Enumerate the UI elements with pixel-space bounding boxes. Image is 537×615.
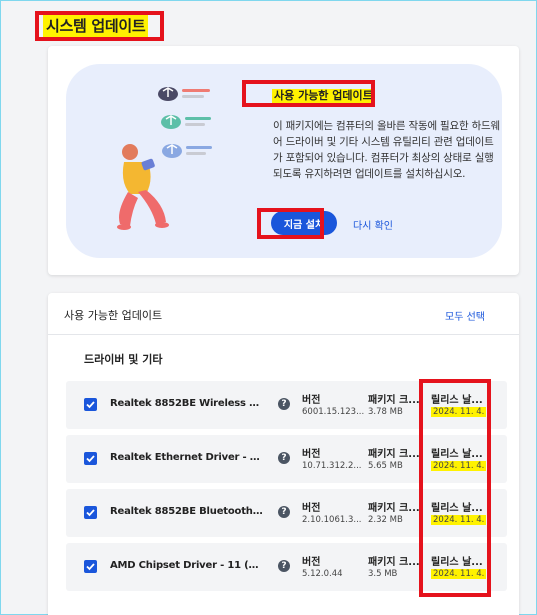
update-checkbox[interactable] [84,560,97,573]
select-all-link[interactable]: 모두 선택 [445,308,485,323]
update-checkbox[interactable] [84,452,97,465]
version-value: 10.71.312.2... [302,461,362,471]
version-label: 버전 [302,395,321,406]
update-name: Realtek Ethernet Driver - 11 (21H2) [110,452,265,463]
page-title: 시스템 업데이트 [43,15,149,37]
update-row: AMD Chipset Driver - 11 (21H2) ? 버전 5.12… [66,543,507,591]
available-updates-card: 사용 가능한 업데이트 모두 선택 드라이버 및 기타 Realtek 8852… [48,293,519,615]
check-icon [86,509,95,517]
updates-title: 사용 가능한 업데이트 [64,309,163,322]
version-value: 6001.15.123... [302,407,365,417]
check-icon [86,455,95,463]
update-checkbox[interactable] [84,506,97,519]
version-label: 버전 [302,557,321,568]
release-label: 릴리스 날... [431,449,483,460]
hero-heading: 사용 가능한 업데이트 [272,89,375,103]
group-title: 드라이버 및 기타 [84,353,163,366]
update-row: Realtek Ethernet Driver - 11 (21H2) ? 버전… [66,435,507,483]
version-value: 5.12.0.44 [302,569,343,579]
help-icon[interactable]: ? [278,560,290,572]
hero-banner: 사용 가능한 업데이트 이 패키지에는 컴퓨터의 올바른 작동에 필요한 하드웨… [66,64,502,258]
size-label: 패키지 크... [368,557,420,568]
release-label: 릴리스 날... [431,395,483,406]
update-name: Realtek 8852BE Bluetooth Driver [110,506,265,517]
help-icon[interactable]: ? [278,506,290,518]
size-value: 5.65 MB [368,461,403,471]
update-checkbox[interactable] [84,398,97,411]
check-icon [86,563,95,571]
help-icon[interactable]: ? [278,398,290,410]
size-label: 패키지 크... [368,449,420,460]
release-date: 2024. 11. 4. [431,569,487,579]
install-now-button[interactable]: 지금 설치 [271,211,337,235]
hero-card: 사용 가능한 업데이트 이 패키지에는 컴퓨터의 올바른 작동에 필요한 하드웨… [48,46,519,275]
size-value: 3.5 MB [368,569,398,579]
version-label: 버전 [302,449,321,460]
size-value: 2.32 MB [368,515,403,525]
version-label: 버전 [302,503,321,514]
update-row: Realtek 8852BE Bluetooth Driver ? 버전 2.1… [66,489,507,537]
updates-header: 사용 가능한 업데이트 모두 선택 [48,293,519,335]
release-label: 릴리스 날... [431,557,483,568]
update-name: Realtek 8852BE Wireless LAN Driver [110,398,265,409]
size-label: 패키지 크... [368,503,420,514]
release-date: 2024. 11. 4. [431,407,487,417]
recheck-link[interactable]: 다시 확인 [353,217,393,232]
release-date: 2024. 11. 4. [431,515,487,525]
release-label: 릴리스 날... [431,503,483,514]
check-icon [86,401,95,409]
release-date: 2024. 11. 4. [431,461,487,471]
update-name: AMD Chipset Driver - 11 (21H2) [110,560,265,571]
size-label: 패키지 크... [368,395,420,406]
version-value: 2.10.1061.3... [302,515,362,525]
hero-description: 이 패키지에는 컴퓨터의 올바른 작동에 필요한 하드웨어 드라이버 및 기타 … [273,120,500,180]
help-icon[interactable]: ? [278,452,290,464]
update-row: Realtek 8852BE Wireless LAN Driver ? 버전 … [66,381,507,429]
size-value: 3.78 MB [368,407,403,417]
update-illustration [117,87,212,230]
